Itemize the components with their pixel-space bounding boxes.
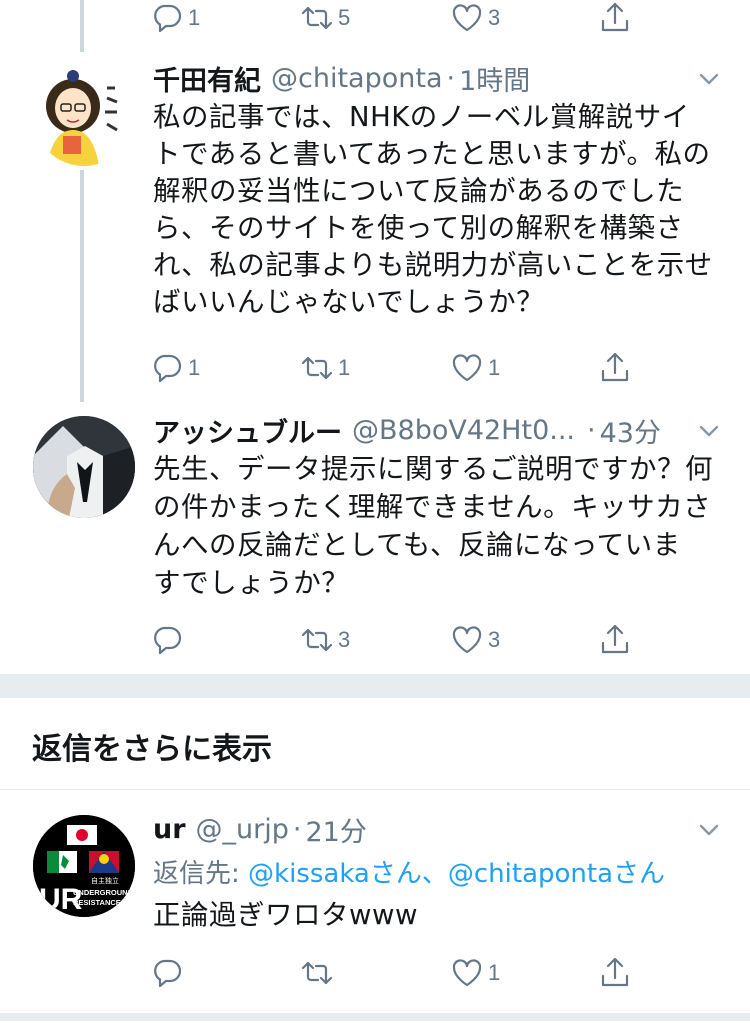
like-count: 1 xyxy=(488,355,501,380)
timestamp[interactable]: 21分 xyxy=(306,810,367,849)
reply-icon xyxy=(154,354,182,383)
tweet-text: 私の記事では、NHKのノーベル賞解説サイ トであると書いてあったと思いますが。私… xyxy=(153,99,723,321)
mention-separator: 、 xyxy=(421,859,448,889)
tweet-text-line: トであると書いてあったと思いますが。私の xyxy=(153,138,711,170)
like-icon xyxy=(452,354,482,382)
retweet-icon xyxy=(301,628,333,652)
tweet-2[interactable]: アッシュブルー @B8boV42Ht0... · 43分 先生、データ提示に関す… xyxy=(0,402,750,674)
reply-count: 1 xyxy=(188,355,201,380)
like-button[interactable]: 1 xyxy=(450,953,500,993)
tweet-header: ur @_urjp · 21分 xyxy=(153,809,720,849)
display-name[interactable]: アッシュブルー xyxy=(153,411,342,450)
tweet-menu-button[interactable] xyxy=(696,817,722,843)
retweet-icon xyxy=(301,961,333,985)
chevron-down-icon xyxy=(699,824,719,836)
retweet-button[interactable] xyxy=(300,953,338,993)
replying-to-prefix: 返信先: xyxy=(153,859,249,889)
like-button[interactable]: 1 xyxy=(450,348,500,388)
like-icon xyxy=(452,626,482,654)
tweet-text-line: ら、そのサイトを使って別の解釈を構築さ xyxy=(153,212,684,244)
timestamp[interactable]: 1時間 xyxy=(459,59,530,98)
avatar-illustration xyxy=(33,64,135,166)
tweet-1[interactable]: 千田有紀 @chitaponta · 1時間 私の記事では、NHKのノーベル賞解… xyxy=(0,0,750,402)
avatar-text-2: UNDERGROUND xyxy=(73,888,134,897)
tweet-actions: 1 xyxy=(150,953,640,993)
like-count: 3 xyxy=(488,627,501,652)
like-count: 1 xyxy=(488,960,501,985)
tweet-menu-button[interactable] xyxy=(696,418,722,444)
retweet-count: 1 xyxy=(338,355,351,380)
chevron-down-icon xyxy=(699,425,719,437)
share-button[interactable] xyxy=(598,348,632,388)
chevron-down-icon xyxy=(699,73,719,85)
replying-to: 返信先: @kissakaさん、@chitapontaさん xyxy=(153,853,665,890)
tweet-menu-button[interactable] xyxy=(696,66,722,92)
share-button[interactable] xyxy=(598,953,632,993)
avatar-text-3: RESISTANCE xyxy=(73,898,121,907)
tweet-3[interactable]: UR 自主独立 UNDERGROUND RESISTANCE ur @_urjp… xyxy=(0,791,750,1011)
reply-icon xyxy=(154,959,182,988)
share-icon xyxy=(601,624,629,654)
display-name[interactable]: 千田有紀 xyxy=(153,59,261,98)
share-icon xyxy=(601,352,629,382)
tweet-text-line: んへの反論だとしても、反論になっていま xyxy=(153,529,681,561)
retweet-button[interactable]: 3 xyxy=(300,620,350,660)
retweet-icon xyxy=(301,356,333,380)
mention-link[interactable]: @kissakaさん xyxy=(248,859,422,889)
avatar-logo: UR 自主独立 UNDERGROUND RESISTANCE xyxy=(33,815,135,917)
show-more-replies[interactable]: 返信をさらに表示 xyxy=(0,698,750,790)
bottom-divider xyxy=(0,1013,750,1021)
tweet-text-line: 先生、データ提示に関するご説明ですか？何 xyxy=(153,453,713,485)
mention-link[interactable]: @chitapontaさん xyxy=(448,859,665,889)
timestamp[interactable]: 43分 xyxy=(600,411,661,450)
separator-dot: · xyxy=(446,62,456,94)
share-button[interactable] xyxy=(598,620,632,660)
like-icon xyxy=(452,959,482,987)
reply-button[interactable] xyxy=(150,953,188,993)
tweet-text-line: ばいいんじゃないでしょうか？ xyxy=(153,286,545,318)
avatar-photo xyxy=(33,416,135,518)
user-handle[interactable]: @_urjp xyxy=(196,814,289,845)
avatar[interactable]: UR 自主独立 UNDERGROUND RESISTANCE xyxy=(33,815,135,917)
show-more-replies-label[interactable]: 返信をさらに表示 xyxy=(32,724,272,768)
tweet-actions: 3 3 xyxy=(150,620,640,660)
avatar[interactable] xyxy=(33,64,135,166)
tweet-text: 正論過ぎワロタwww xyxy=(153,897,723,934)
tweet-header: アッシュブルー @B8boV42Ht0... · 43分 xyxy=(153,410,720,450)
tweet-text-line: の件かまったく理解できません。キッサカさ xyxy=(153,491,712,523)
avatar-text-1: 自主独立 xyxy=(91,876,119,885)
share-icon xyxy=(601,957,629,987)
tweet-actions: 1 1 1 xyxy=(150,348,640,388)
user-handle[interactable]: @B8boV42Ht0... xyxy=(352,415,575,446)
tweet-text-line: 正論過ぎワロタwww xyxy=(153,899,418,931)
separator-dot: · xyxy=(292,813,302,845)
display-name[interactable]: ur xyxy=(153,814,186,845)
tweet-text-line: すでしょうか？ xyxy=(153,567,350,599)
tweet-text-line: 解釈の妥当性について反論があるのでした xyxy=(153,175,685,207)
reply-button[interactable]: 1 xyxy=(150,348,200,388)
separator-dot: · xyxy=(587,414,596,446)
avatar[interactable] xyxy=(33,416,135,518)
reply-button[interactable] xyxy=(150,620,188,660)
tweet-header: 千田有紀 @chitaponta · 1時間 xyxy=(153,58,720,98)
retweet-count: 3 xyxy=(338,627,351,652)
user-handle[interactable]: @chitaponta xyxy=(271,63,443,94)
tweet-text: 先生、データ提示に関するご説明ですか？何 の件かまったく理解できません。キッサカ… xyxy=(153,450,723,602)
like-button[interactable]: 3 xyxy=(450,620,500,660)
section-divider xyxy=(0,674,750,698)
retweet-button[interactable]: 1 xyxy=(300,348,350,388)
tweet-text-line: 私の記事では、NHKのノーベル賞解説サイ xyxy=(153,101,690,133)
reply-icon xyxy=(154,626,182,655)
tweet-text-line: れ、私の記事よりも説明力が高いことを示せ xyxy=(153,249,713,281)
